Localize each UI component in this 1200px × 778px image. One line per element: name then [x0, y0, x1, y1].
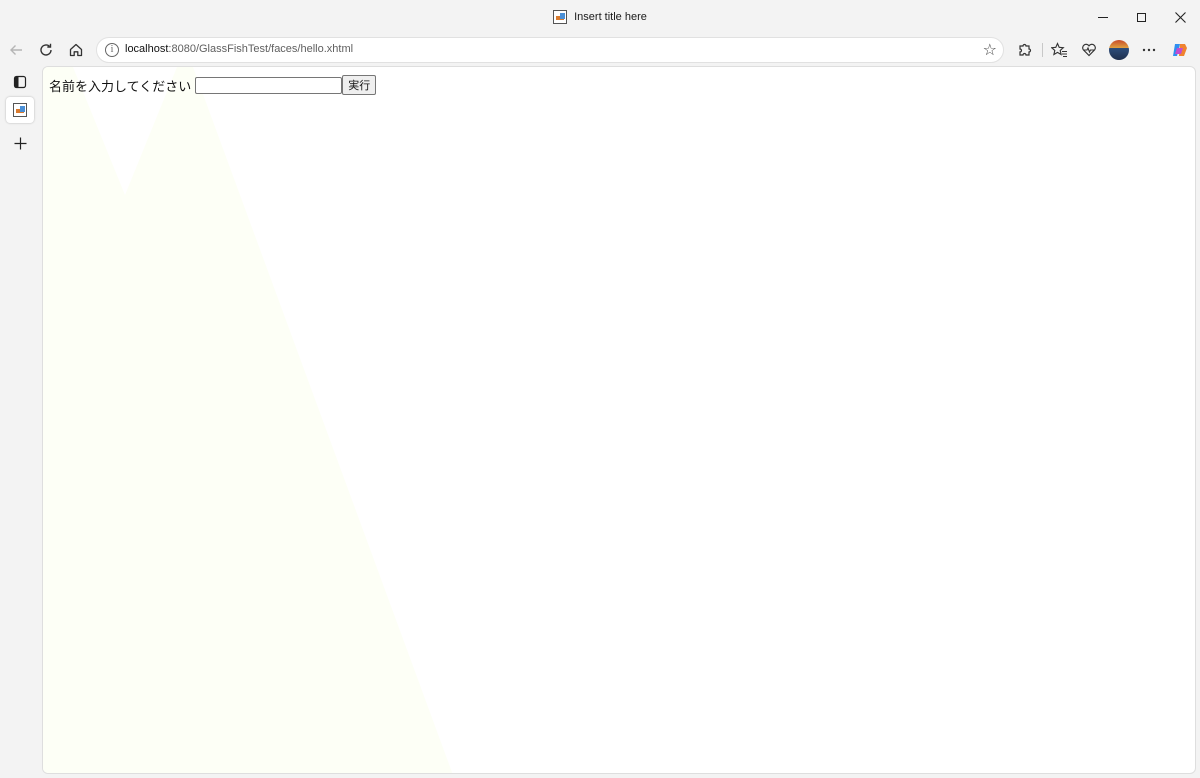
window-title-group: Insert title here — [0, 0, 1200, 34]
profile-button[interactable] — [1107, 38, 1131, 62]
extensions-button[interactable] — [1013, 38, 1037, 62]
minimize-icon — [1098, 16, 1108, 18]
new-tab-button[interactable] — [6, 130, 34, 156]
url-host: localhost — [125, 43, 169, 55]
maximize-button[interactable] — [1122, 0, 1160, 34]
home-button[interactable] — [64, 38, 88, 62]
submit-button[interactable]: 実行 — [342, 75, 377, 95]
close-icon — [1174, 11, 1186, 23]
more-button[interactable] — [1137, 38, 1161, 62]
page-favicon-icon — [553, 10, 568, 24]
heart-pulse-icon — [1082, 43, 1096, 57]
favorites-icon — [1050, 42, 1067, 58]
minimize-button[interactable] — [1084, 0, 1122, 34]
refresh-icon — [40, 43, 52, 56]
url-path: :8080/GlassFishTest/faces/hello.xhtml — [168, 43, 354, 55]
close-window-button[interactable] — [1161, 0, 1199, 34]
copilot-icon — [1173, 44, 1187, 56]
tab-insert-title-here[interactable] — [6, 97, 34, 123]
back-button[interactable] — [4, 38, 28, 62]
back-arrow-icon — [10, 45, 22, 55]
name-input[interactable] — [195, 76, 343, 94]
name-label: 名前を入力してください — [49, 79, 192, 95]
performance-button[interactable] — [1077, 38, 1101, 62]
window-title: Insert title here — [574, 11, 647, 23]
background-decoration — [43, 67, 453, 773]
plus-icon — [14, 137, 26, 149]
site-info-icon[interactable]: i — [105, 43, 119, 57]
tab-actions-icon — [13, 75, 27, 89]
address-url[interactable]: localhost:8080/GlassFishTest/faces/hello… — [125, 43, 353, 55]
avatar — [1109, 40, 1129, 60]
navigation-bar: i localhost:8080/GlassFishTest/faces/hel… — [0, 34, 1200, 66]
page-content: 名前を入力してください 実行 — [42, 66, 1196, 774]
copilot-button[interactable] — [1168, 38, 1192, 62]
address-bar[interactable]: i localhost:8080/GlassFishTest/faces/hel… — [96, 37, 1004, 63]
puzzle-icon — [1019, 43, 1032, 56]
favorites-button[interactable] — [1047, 38, 1071, 62]
star-icon[interactable]: ☆ — [983, 41, 997, 59]
name-form: 名前を入力してください 実行 — [49, 75, 377, 95]
toolbar-divider — [1042, 43, 1043, 57]
tab-actions-button[interactable] — [6, 69, 34, 95]
vertical-tab-strip — [0, 66, 42, 778]
home-icon — [69, 43, 83, 57]
refresh-button[interactable] — [34, 38, 58, 62]
more-icon — [1142, 48, 1156, 52]
tab-favicon-icon — [13, 103, 27, 117]
maximize-icon — [1136, 12, 1146, 22]
title-bar: Insert title here — [0, 0, 1200, 34]
